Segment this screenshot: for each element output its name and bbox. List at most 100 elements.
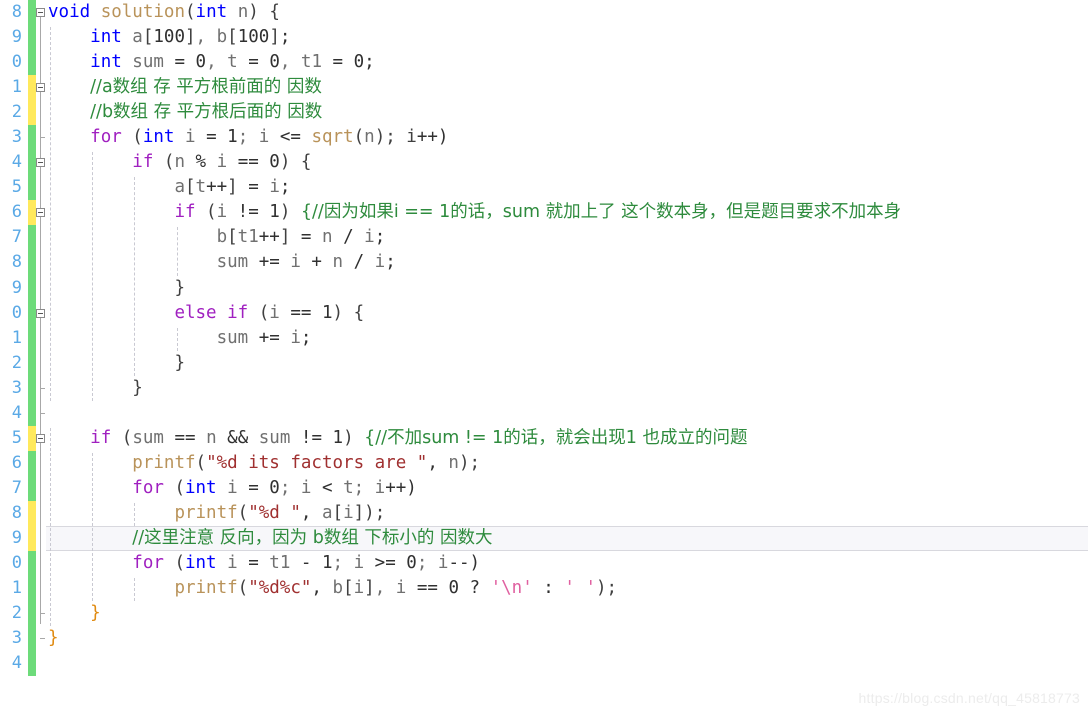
code-token: if	[227, 302, 249, 323]
code-line[interactable]: //这里注意 反向，因为 b数组 下标小的 因数大	[46, 525, 1088, 552]
code-token: =	[237, 177, 270, 198]
code-token: --)	[448, 553, 481, 574]
fold-toggle-icon[interactable]	[36, 8, 45, 17]
code-line[interactable]: void solution(int n) {	[46, 0, 1088, 25]
fold-toggle-icon[interactable]	[36, 158, 45, 168]
line-number: 9	[11, 277, 22, 298]
editor-gutter[interactable]: 8 9 0 1 2 3 4 5 6 7 8 9 0 1 2 3 4 5 6 7 8 9 0 1 2 3 4	[0, 0, 46, 712]
change-bar-segment	[28, 576, 36, 602]
code-token: b	[332, 578, 344, 599]
line-number: 8	[11, 252, 22, 273]
code-line-text: //a数组 存 平方根前面的 因数	[46, 77, 322, 97]
code-token: for	[132, 477, 164, 498]
code-token: for	[90, 127, 122, 148]
code-token: {	[269, 2, 280, 22]
code-token: =	[248, 477, 270, 498]
code-line[interactable]: b[t1++] = n / i;	[46, 225, 1088, 250]
change-bar-segment	[28, 150, 36, 176]
fold-toggle-icon[interactable]	[36, 208, 45, 218]
change-bar-segment	[28, 75, 36, 101]
code-line[interactable]: for (int i = t1 - 1; i >= 0; i--)	[46, 551, 1088, 576]
code-token: -	[300, 553, 322, 574]
code-token: ++	[258, 227, 280, 248]
code-token: void	[48, 2, 91, 22]
code-token: b	[216, 227, 228, 248]
code-line[interactable]: printf("%d%c", b[i], i == 0 ? '\n' : ' '…	[46, 576, 1088, 601]
code-token: 0	[269, 477, 280, 498]
code-line[interactable]: sum += i + n / i;	[46, 250, 1088, 275]
fold-toggle-icon[interactable]	[36, 308, 45, 318]
code-token: +=	[258, 252, 291, 273]
line-number: 5	[11, 177, 22, 198]
code-token: a	[174, 177, 185, 198]
code-line[interactable]: }	[46, 376, 1088, 401]
code-token: !=	[237, 202, 270, 223]
code-token: =	[206, 127, 228, 148]
code-line-text: if (i != 1) {//因为如果i == 1的话，sum 就加上了 这个数…	[46, 202, 901, 222]
code-line[interactable]: a[t++] = i;	[46, 175, 1088, 200]
code-token: ;	[279, 177, 291, 198]
line-number: 4	[11, 402, 22, 423]
fold-toggle-icon[interactable]	[36, 433, 45, 443]
code-line[interactable]	[46, 651, 1088, 676]
code-token: ; i	[332, 553, 375, 574]
code-line[interactable]: else if (i == 1) {	[46, 301, 1088, 326]
code-line[interactable]	[46, 401, 1088, 426]
code-token: );	[595, 578, 618, 599]
code-line[interactable]: //a数组 存 平方根前面的 因数	[46, 75, 1088, 100]
code-token: );	[458, 452, 481, 473]
line-number: 9	[11, 27, 22, 48]
code-token: (	[353, 127, 365, 148]
line-number: 0	[11, 52, 22, 73]
code-token: n	[364, 127, 375, 148]
code-line[interactable]: int a[100], b[100];	[46, 25, 1088, 50]
code-line[interactable]: sum += i;	[46, 326, 1088, 351]
code-text-area[interactable]: void solution(int n) { int a[100], b[100…	[46, 0, 1088, 712]
code-token: //b数组 存 平方根后面的 因数	[90, 102, 323, 123]
code-line[interactable]: if (i != 1) {//因为如果i == 1的话，sum 就加上了 这个数…	[46, 200, 1088, 225]
code-token: )	[343, 427, 365, 448]
code-token: 0	[269, 152, 280, 173]
code-editor[interactable]: 8 9 0 1 2 3 4 5 6 7 8 9 0 1 2 3 4 5 6 7 8 9 0 1 2 3 4 void solutio…	[0, 0, 1088, 712]
code-token: ]	[279, 227, 291, 248]
code-line-text: //这里注意 反向，因为 b数组 下标小的 因数大	[46, 528, 492, 548]
code-line[interactable]: }	[46, 351, 1088, 376]
code-token: i	[353, 578, 365, 599]
code-line[interactable]: }	[46, 601, 1088, 626]
code-line[interactable]: }	[46, 626, 1088, 651]
code-token: 1	[269, 202, 280, 223]
code-token: {	[300, 152, 312, 173]
code-token: int	[90, 27, 122, 48]
code-token: n	[448, 452, 459, 473]
code-line[interactable]: }	[46, 276, 1088, 301]
code-line[interactable]: printf("%d ", a[i]);	[46, 501, 1088, 526]
code-line-text: if (sum == n && sum != 1) {//不加sum != 1的…	[46, 428, 747, 448]
code-folding-column[interactable]	[36, 0, 46, 712]
code-line[interactable]: for (int i = 0; i < t; i++)	[46, 476, 1088, 501]
line-number: 2	[11, 102, 22, 123]
code-line-text: else if (i == 1) {	[46, 303, 364, 323]
code-line[interactable]: if (n % i == 0) {	[46, 150, 1088, 175]
code-token: (	[195, 452, 207, 473]
code-line[interactable]: //b数组 存 平方根后面的 因数	[46, 100, 1088, 125]
code-token: 0	[353, 52, 365, 73]
code-token: ==	[290, 302, 322, 323]
line-number: 4	[11, 152, 22, 173]
code-line[interactable]: int sum = 0, t = 0, t1 = 0;	[46, 50, 1088, 75]
code-token: i	[343, 502, 354, 523]
fold-toggle-icon[interactable]	[36, 83, 45, 93]
code-line-text: printf("%d its factors are ", n);	[46, 453, 480, 473]
code-token: i	[269, 177, 280, 198]
code-line[interactable]: for (int i = 1; i <= sqrt(n); i++)	[46, 125, 1088, 150]
code-line[interactable]: printf("%d its factors are ", n);	[46, 451, 1088, 476]
code-token: sum	[216, 252, 259, 273]
code-line[interactable]: if (sum == n && sum != 1) {//不加sum != 1的…	[46, 426, 1088, 451]
code-token: n	[174, 152, 196, 173]
change-bar-segment	[28, 651, 36, 677]
watermark: https://blog.csdn.net/qq_45818773	[858, 690, 1080, 706]
